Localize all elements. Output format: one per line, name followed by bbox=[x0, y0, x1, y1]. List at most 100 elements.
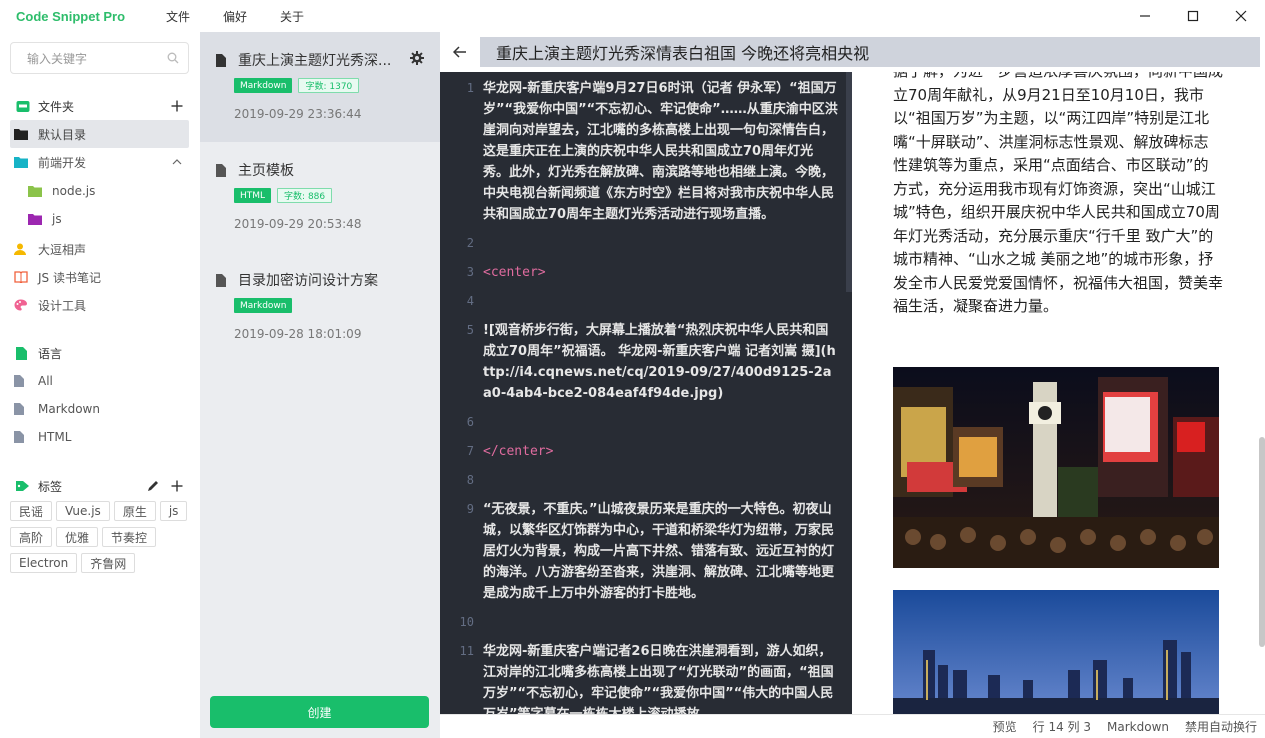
tag-chip[interactable]: Electron bbox=[10, 553, 78, 573]
document-icon bbox=[216, 273, 238, 287]
folder-item-js[interactable]: js bbox=[10, 205, 189, 233]
tag-chip[interactable]: 齐鲁网 bbox=[81, 553, 136, 573]
line-content bbox=[474, 470, 497, 491]
language-item-all[interactable]: All bbox=[10, 367, 189, 395]
snippet-title-row: 主页模板 bbox=[216, 160, 406, 180]
code-line[interactable]: 9 “无夜景，不重庆。”山城夜景历来是重庆的一大特色。初夜山城，以繁华区灯饰群为中… bbox=[440, 495, 852, 608]
line-content bbox=[474, 612, 497, 633]
folder-item-comedy[interactable]: 大逗相声 bbox=[10, 235, 189, 263]
word-count-badge: 字数: 1370 bbox=[298, 78, 360, 93]
minimize-button[interactable] bbox=[1121, 0, 1169, 32]
search-input[interactable]: 输入关键字 bbox=[10, 42, 189, 74]
folder-icon bbox=[28, 185, 52, 197]
line-number: 11 bbox=[459, 644, 474, 658]
code-line[interactable]: 10 bbox=[440, 608, 852, 637]
pencil-icon bbox=[148, 481, 158, 491]
folder-label: 设计工具 bbox=[38, 298, 87, 313]
menu-about[interactable]: 关于 bbox=[280, 8, 304, 25]
folder-item-design-tools[interactable]: 设计工具 bbox=[10, 291, 189, 319]
back-button[interactable] bbox=[440, 46, 480, 58]
language-item-markdown[interactable]: Markdown bbox=[10, 395, 189, 423]
snippet-item[interactable]: 主页模板 HTML 字数: 886 2019-09-29 20:53:48 bbox=[200, 142, 440, 252]
editor-mode[interactable]: Markdown bbox=[1107, 720, 1169, 734]
language-badge: Markdown bbox=[234, 78, 293, 93]
code-line[interactable]: 1 华龙网-新重庆客户端9月27日6时讯（记者 伊永军）“祖国万岁”“我爱你中国”… bbox=[440, 72, 852, 229]
menu-preferences[interactable]: 偏好 bbox=[223, 8, 247, 25]
snippet-badges: HTML 字数: 886 bbox=[234, 188, 333, 203]
add-tag-button[interactable] bbox=[166, 480, 188, 492]
folder-icon bbox=[14, 156, 38, 168]
folder-item-js-notes[interactable]: JS 读书笔记 bbox=[10, 263, 189, 291]
tag-chip[interactable]: 优雅 bbox=[56, 527, 99, 547]
snippet-title-row: 重庆上演主题灯光秀深... bbox=[216, 50, 406, 70]
tag-chip[interactable]: 原生 bbox=[113, 501, 156, 521]
code-line[interactable]: 5 ![观音桥步行街，大屏幕上播放着“热烈庆祝中华人民共和国成立70周年”祝福语。… bbox=[440, 316, 852, 408]
word-count-badge: 字数: 886 bbox=[277, 188, 333, 203]
tags-list: 民谣 Vue.js 原生 js 高阶 优雅 节奏控 Electron 齐鲁网 bbox=[10, 501, 195, 573]
folders-section-header: 文件夹 bbox=[0, 92, 200, 120]
line-number: 7 bbox=[466, 444, 474, 458]
code-line[interactable]: 4 bbox=[440, 287, 852, 316]
edit-tags-button[interactable] bbox=[142, 480, 164, 492]
line-content bbox=[474, 291, 497, 312]
gear-icon[interactable] bbox=[410, 50, 424, 69]
code-editor[interactable]: 1 华龙网-新重庆客户端9月27日6时讯（记者 伊永军）“祖国万岁”“我爱你中国”… bbox=[440, 72, 852, 714]
snippet-date: 2019-09-29 20:53:48 bbox=[234, 217, 362, 231]
palette-icon bbox=[14, 299, 38, 311]
line-content: </center> bbox=[483, 444, 554, 459]
folder-label: js bbox=[52, 212, 62, 226]
line-number: 3 bbox=[466, 265, 474, 279]
folder-item-default[interactable]: 默认目录 bbox=[10, 120, 189, 148]
line-content: ![观音桥步行街，大屏幕上播放着“热烈庆祝中华人民共和国成立70周年”祝福语。 … bbox=[483, 323, 836, 401]
sidebar: 输入关键字 文件夹 默认目录 前端开发 node.js js 大逗相声 JS 读… bbox=[0, 32, 200, 738]
file-icon bbox=[14, 375, 38, 387]
tag-chip[interactable]: 高阶 bbox=[10, 527, 53, 547]
line-number: 1 bbox=[466, 81, 474, 95]
code-line[interactable]: 7 </center> bbox=[440, 437, 852, 466]
code-line[interactable]: 2 bbox=[440, 229, 852, 258]
snippet-list: 重庆上演主题灯光秀深... Markdown 字数: 1370 2019-09-… bbox=[200, 32, 440, 738]
close-button[interactable] bbox=[1217, 0, 1265, 32]
line-number: 10 bbox=[459, 615, 474, 629]
snippet-item[interactable]: 重庆上演主题灯光秀深... Markdown 字数: 1370 2019-09-… bbox=[200, 32, 440, 142]
preview-toggle[interactable]: 预览 bbox=[993, 718, 1017, 735]
folder-item-nodejs[interactable]: node.js bbox=[10, 177, 189, 205]
line-number: 4 bbox=[466, 294, 474, 308]
word-wrap-toggle[interactable]: 禁用自动换行 bbox=[1185, 718, 1257, 735]
tag-chip[interactable]: 节奏控 bbox=[102, 527, 157, 547]
tag-chip[interactable]: js bbox=[159, 501, 188, 521]
languages-title: 语言 bbox=[38, 346, 63, 361]
code-line[interactable]: 11 华龙网-新重庆客户端记者26日晚在洪崖洞看到，游人如织，江对岸的江北嘴多栋高… bbox=[440, 637, 852, 714]
language-file-icon bbox=[16, 346, 38, 360]
folder-label: 大逗相声 bbox=[38, 242, 87, 257]
languages-section-header: 语言 bbox=[0, 339, 200, 367]
create-button[interactable]: 创建 bbox=[210, 696, 429, 728]
folder-label: 默认目录 bbox=[38, 127, 87, 142]
code-line[interactable]: 3 <center> bbox=[440, 258, 852, 287]
add-folder-button[interactable] bbox=[166, 100, 188, 112]
night-city-photo bbox=[893, 367, 1219, 568]
maximize-button[interactable] bbox=[1169, 0, 1217, 32]
preview-scrollbar[interactable] bbox=[1259, 437, 1265, 647]
title-bar: Code Snippet Pro 文件 偏好 关于 bbox=[0, 0, 1265, 32]
search-icon[interactable] bbox=[158, 52, 188, 64]
line-number: 9 bbox=[466, 502, 474, 516]
snippet-title: 目录加密访问设计方案 bbox=[238, 273, 378, 289]
tags-title: 标签 bbox=[38, 479, 63, 494]
document-icon bbox=[216, 53, 238, 67]
minimize-icon bbox=[1140, 15, 1150, 17]
code-line[interactable]: 8 bbox=[440, 466, 852, 495]
language-label: Markdown bbox=[38, 402, 100, 416]
menu-file[interactable]: 文件 bbox=[166, 8, 190, 25]
folder-item-frontend[interactable]: 前端开发 bbox=[10, 148, 189, 176]
language-item-html[interactable]: HTML bbox=[10, 423, 189, 451]
maximize-icon bbox=[1187, 10, 1199, 22]
snippet-title-input[interactable]: 重庆上演主题灯光秀深情表白祖国 今晚还将亮相央视 bbox=[480, 37, 1260, 67]
line-content: 华龙网-新重庆客户端9月27日6时讯（记者 伊永军）“祖国万岁”“我爱你中国”“… bbox=[483, 81, 838, 222]
tag-chip[interactable]: 民谣 bbox=[10, 501, 53, 521]
snippet-item[interactable]: 目录加密访问设计方案 Markdown 2019-09-28 18:01:09 bbox=[200, 252, 440, 362]
chevron-up-icon[interactable] bbox=[165, 159, 189, 165]
tag-chip[interactable]: Vue.js bbox=[56, 501, 110, 521]
window-controls bbox=[1121, 0, 1265, 32]
code-line[interactable]: 6 bbox=[440, 408, 852, 437]
